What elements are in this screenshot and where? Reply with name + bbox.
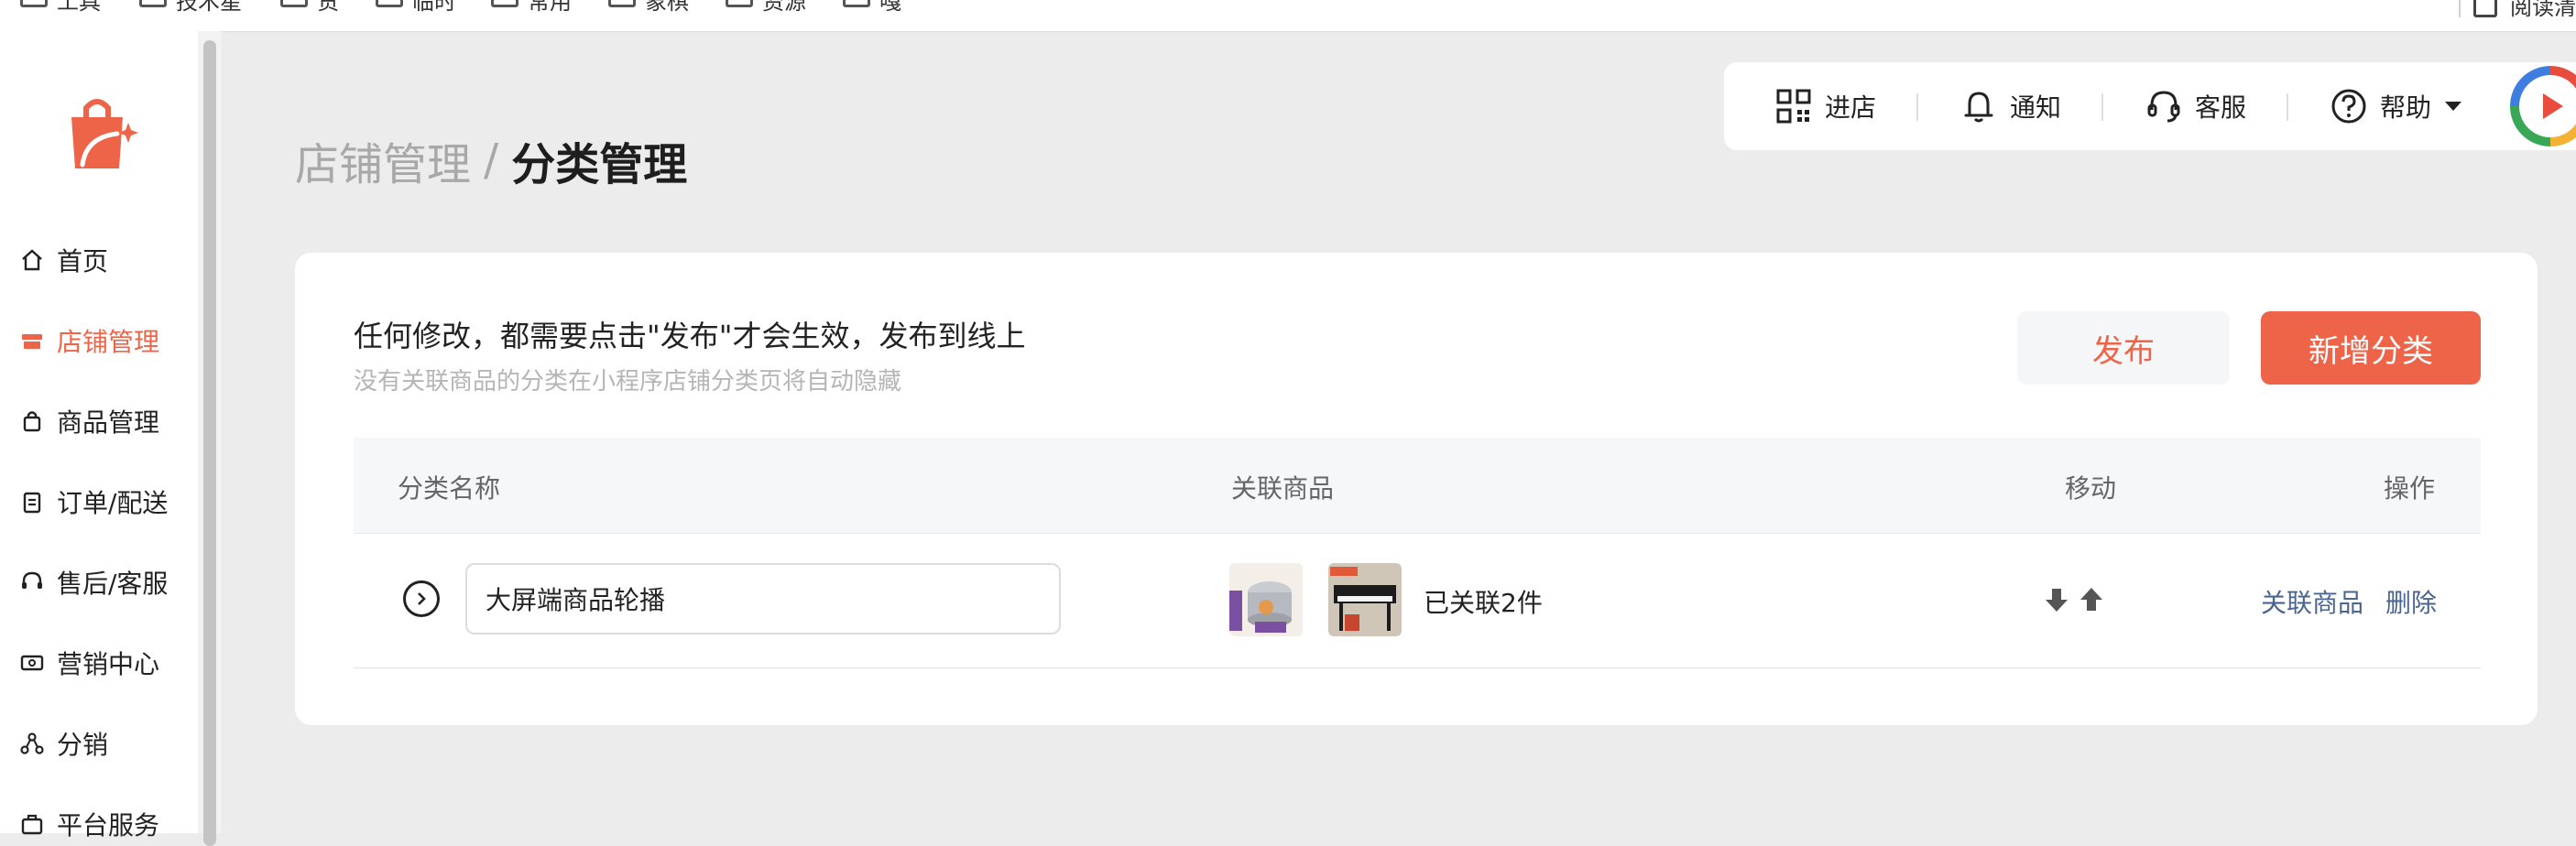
sidebar-scrollbar[interactable] <box>198 31 222 846</box>
move-up-icon[interactable] <box>2078 585 2105 614</box>
chevron-right-icon <box>418 592 426 605</box>
folder-icon <box>843 0 870 7</box>
enter-store-label: 进店 <box>1825 92 1877 123</box>
folder-icon <box>491 0 518 7</box>
sidebar-item-home[interactable]: 首页 <box>18 240 108 280</box>
column-header-products: 关联商品 <box>1231 473 1335 504</box>
play-logo-icon <box>2519 75 2576 137</box>
sidebar-item-label: 首页 <box>57 246 109 277</box>
sidebar-item-marketing[interactable]: 营销中心 <box>18 643 159 683</box>
bookmark-folder[interactable]: 象棋 <box>608 0 689 15</box>
sidebar-item-label: 分销 <box>57 730 109 760</box>
notifications-button[interactable]: 通知 <box>1960 84 2061 128</box>
bookmark-folder[interactable]: 工具 <box>20 0 101 15</box>
clipboard-icon <box>18 488 46 515</box>
product-thumbnail[interactable] <box>1229 563 1303 636</box>
bookmark-folder[interactable]: 临时 <box>376 0 456 15</box>
bell-icon <box>1964 92 1993 123</box>
reading-list[interactable]: 阅读清 <box>2459 0 2576 21</box>
sidebar-item-label: 平台服务 <box>57 810 160 841</box>
move-down-icon[interactable] <box>2043 585 2070 614</box>
top-toolbar: 进店 通知 客服 帮助 <box>1724 62 2576 150</box>
sidebar-item-label: 营销中心 <box>57 649 160 679</box>
delete-link[interactable]: 删除 <box>2385 583 2437 620</box>
sidebar-item-label: 售后/客服 <box>57 569 169 599</box>
qrcode-icon <box>1776 89 1811 124</box>
sidebar-item-products[interactable]: 商品管理 <box>18 401 159 441</box>
sidebar-item-aftersales[interactable]: 售后/客服 <box>18 562 168 602</box>
category-name-input[interactable] <box>465 563 1061 634</box>
headset-icon <box>18 569 46 596</box>
product-image-piano <box>1328 563 1402 636</box>
folder-icon <box>20 0 48 7</box>
sidebar-item-label: 商品管理 <box>57 407 160 438</box>
bookmark-folder[interactable]: 货 <box>280 0 339 15</box>
home-icon <box>18 246 46 274</box>
store-icon <box>18 327 46 354</box>
scrollbar-thumb[interactable] <box>203 40 216 846</box>
table-row: 已关联2件 关联商品 删除 <box>354 534 2481 668</box>
share-icon <box>18 730 46 757</box>
folder-icon <box>608 0 636 7</box>
caret-down-icon <box>2445 102 2462 111</box>
add-category-button[interactable]: 新增分类 <box>2261 311 2481 385</box>
hidden-category-hint: 没有关联商品的分类在小程序店铺分类页将自动隐藏 <box>354 368 902 396</box>
sidebar-item-label: 订单/配送 <box>57 488 169 518</box>
category-card: 任何修改，都需要点击"发布"才会生效，发布到线上 没有关联商品的分类在小程序店铺… <box>295 253 2538 725</box>
link-products-link[interactable]: 关联商品 <box>2261 583 2363 620</box>
sidebar-item-platform[interactable]: 平台服务 <box>18 804 159 844</box>
sidebar-item-store[interactable]: 店铺管理 <box>18 320 159 361</box>
publish-notice: 任何修改，都需要点击"发布"才会生效，发布到线上 <box>354 319 1026 353</box>
bookmark-folder[interactable]: 技术星 <box>139 0 242 15</box>
notifications-label: 通知 <box>2010 92 2062 123</box>
question-icon <box>2331 89 2366 124</box>
column-header-name: 分类名称 <box>398 473 501 504</box>
page-title: 分类管理 <box>511 139 688 190</box>
sidebar-item-label: 店铺管理 <box>57 327 160 357</box>
store-logo-icon <box>71 99 138 168</box>
column-header-actions: 操作 <box>2384 473 2436 504</box>
bookmark-folder[interactable]: 资源 <box>726 0 806 15</box>
breadcrumb-separator: / <box>484 135 499 186</box>
column-header-move: 移动 <box>2065 473 2117 504</box>
divider <box>2287 93 2288 121</box>
briefcase-icon <box>18 810 46 838</box>
sidebar-item-orders[interactable]: 订单/配送 <box>18 482 168 522</box>
folder-icon <box>139 0 167 7</box>
table-header: 分类名称 关联商品 移动 操作 <box>354 438 2481 534</box>
enter-store-button[interactable]: 进店 <box>1775 84 1876 128</box>
category-table: 分类名称 关联商品 移动 操作 大屏端商品轮播 已关联2件 关联商品 删除 <box>354 438 2481 668</box>
divider <box>2459 0 2461 17</box>
help-menu[interactable]: 帮助 <box>2330 84 2462 128</box>
help-label: 帮助 <box>2380 92 2432 123</box>
reading-list-icon <box>2473 0 2497 17</box>
folder-icon <box>726 0 753 7</box>
bag-icon <box>18 407 46 435</box>
linked-count: 已关联2件 <box>1424 588 1543 618</box>
product-image-pot <box>1229 563 1303 636</box>
folder-icon <box>376 0 403 7</box>
headset-icon <box>2147 91 2180 123</box>
bookmarks-bar: 工具 技术星 货 临时 常用 象棋 资源 嘎 阅读清 <box>0 0 2576 32</box>
divider <box>1916 93 1918 121</box>
breadcrumb: 店铺管理 / 分类管理 <box>295 128 687 192</box>
support-button[interactable]: 客服 <box>2145 84 2246 128</box>
divider <box>2101 93 2103 121</box>
bookmark-folder[interactable]: 嘎 <box>843 0 901 15</box>
bookmark-folder[interactable]: 常用 <box>491 0 572 15</box>
ticket-icon <box>18 649 46 677</box>
sidebar-item-distribution[interactable]: 分销 <box>18 723 108 764</box>
sidebar: 首页 店铺管理 商品管理 订单/配送 售后/客服 营销中心 分销 平台服务 <box>0 31 198 841</box>
support-label: 客服 <box>2195 92 2247 123</box>
publish-button[interactable]: 发布 <box>2017 311 2230 385</box>
breadcrumb-parent[interactable]: 店铺管理 <box>295 128 471 192</box>
folder-icon <box>280 0 308 7</box>
expand-row-button[interactable] <box>403 580 440 617</box>
product-thumbnail[interactable] <box>1328 563 1402 636</box>
